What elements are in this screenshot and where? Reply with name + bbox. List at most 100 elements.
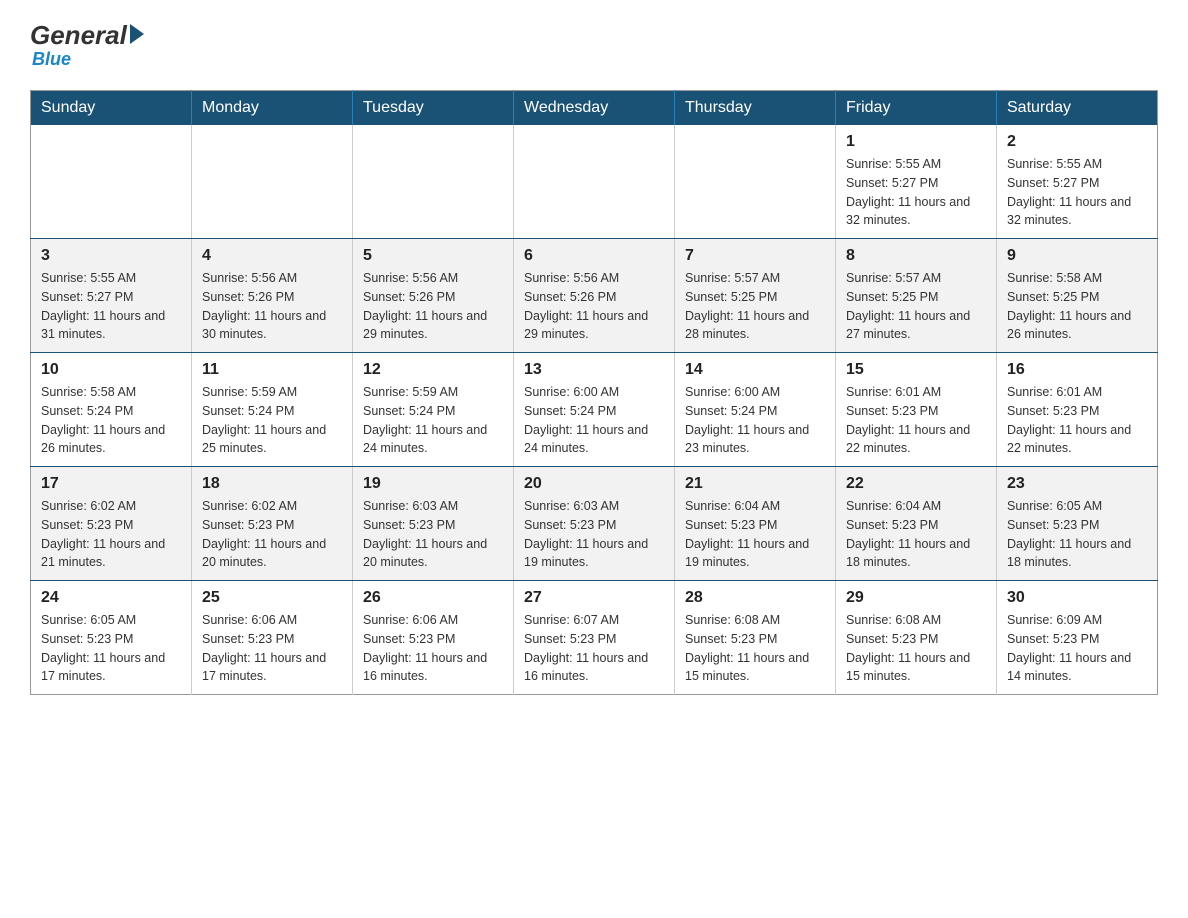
day-info: Sunrise: 5:56 AMSunset: 5:26 PMDaylight:… <box>524 269 664 344</box>
calendar-day-cell: 16 Sunrise: 6:01 AMSunset: 5:23 PMDayligh… <box>997 353 1158 467</box>
day-number: 8 <box>846 247 986 265</box>
logo-general-text: General <box>30 20 127 51</box>
calendar-day-cell: 2 Sunrise: 5:55 AMSunset: 5:27 PMDaylight… <box>997 125 1158 239</box>
calendar-day-cell: 12 Sunrise: 5:59 AMSunset: 5:24 PMDayligh… <box>353 353 514 467</box>
day-info: Sunrise: 6:04 AMSunset: 5:23 PMDaylight:… <box>846 497 986 572</box>
day-number: 12 <box>363 361 503 379</box>
day-of-week-header: Friday <box>836 91 997 126</box>
day-info: Sunrise: 5:55 AMSunset: 5:27 PMDaylight:… <box>846 155 986 230</box>
day-info: Sunrise: 5:59 AMSunset: 5:24 PMDaylight:… <box>363 383 503 458</box>
calendar-day-cell: 23 Sunrise: 6:05 AMSunset: 5:23 PMDayligh… <box>997 467 1158 581</box>
day-number: 26 <box>363 589 503 607</box>
calendar-day-cell: 8 Sunrise: 5:57 AMSunset: 5:25 PMDaylight… <box>836 239 997 353</box>
calendar-day-cell <box>514 125 675 239</box>
day-info: Sunrise: 6:03 AMSunset: 5:23 PMDaylight:… <box>363 497 503 572</box>
calendar-day-cell: 30Sunrise: 6:09 AMSunset: 5:23 PMDayligh… <box>997 581 1158 695</box>
day-number: 13 <box>524 361 664 379</box>
calendar-week-row: 10 Sunrise: 5:58 AMSunset: 5:24 PMDayligh… <box>31 353 1158 467</box>
calendar-day-cell: 20 Sunrise: 6:03 AMSunset: 5:23 PMDayligh… <box>514 467 675 581</box>
day-number: 16 <box>1007 361 1147 379</box>
calendar-week-row: 1 Sunrise: 5:55 AMSunset: 5:27 PMDaylight… <box>31 125 1158 239</box>
day-of-week-header: Tuesday <box>353 91 514 126</box>
day-of-week-header: Wednesday <box>514 91 675 126</box>
page-header: General Blue <box>30 20 1158 70</box>
day-info: Sunrise: 5:58 AMSunset: 5:25 PMDaylight:… <box>1007 269 1147 344</box>
calendar-day-cell: 24Sunrise: 6:05 AMSunset: 5:23 PMDayligh… <box>31 581 192 695</box>
day-info: Sunrise: 5:56 AMSunset: 5:26 PMDaylight:… <box>202 269 342 344</box>
calendar-day-cell: 4 Sunrise: 5:56 AMSunset: 5:26 PMDaylight… <box>192 239 353 353</box>
calendar-day-cell: 10 Sunrise: 5:58 AMSunset: 5:24 PMDayligh… <box>31 353 192 467</box>
day-of-week-header: Sunday <box>31 91 192 126</box>
calendar-day-cell: 9 Sunrise: 5:58 AMSunset: 5:25 PMDaylight… <box>997 239 1158 353</box>
calendar-week-row: 3 Sunrise: 5:55 AMSunset: 5:27 PMDaylight… <box>31 239 1158 353</box>
calendar-day-cell: 26 Sunrise: 6:06 AMSunset: 5:23 PMDayligh… <box>353 581 514 695</box>
day-number: 2 <box>1007 133 1147 151</box>
day-info: Sunrise: 6:01 AMSunset: 5:23 PMDaylight:… <box>846 383 986 458</box>
day-info: Sunrise: 6:05 AMSunset: 5:23 PMDaylight:… <box>41 611 181 686</box>
day-info: Sunrise: 5:55 AMSunset: 5:27 PMDaylight:… <box>1007 155 1147 230</box>
day-number: 17 <box>41 475 181 493</box>
logo: General Blue <box>30 20 144 70</box>
logo-triangle-icon <box>130 24 144 44</box>
day-info: Sunrise: 6:08 AMSunset: 5:23 PMDaylight:… <box>846 611 986 686</box>
day-number: 22 <box>846 475 986 493</box>
calendar-day-cell: 5 Sunrise: 5:56 AMSunset: 5:26 PMDaylight… <box>353 239 514 353</box>
day-number: 29 <box>846 589 986 607</box>
day-info: Sunrise: 6:06 AMSunset: 5:23 PMDaylight:… <box>363 611 503 686</box>
calendar-week-row: 17 Sunrise: 6:02 AMSunset: 5:23 PMDayligh… <box>31 467 1158 581</box>
calendar-day-cell: 6 Sunrise: 5:56 AMSunset: 5:26 PMDaylight… <box>514 239 675 353</box>
day-number: 20 <box>524 475 664 493</box>
calendar-day-cell: 11 Sunrise: 5:59 AMSunset: 5:24 PMDayligh… <box>192 353 353 467</box>
calendar-day-cell: 1 Sunrise: 5:55 AMSunset: 5:27 PMDaylight… <box>836 125 997 239</box>
day-number: 6 <box>524 247 664 265</box>
calendar-day-cell: 21Sunrise: 6:04 AMSunset: 5:23 PMDayligh… <box>675 467 836 581</box>
day-info: Sunrise: 5:55 AMSunset: 5:27 PMDaylight:… <box>41 269 181 344</box>
day-of-week-header: Saturday <box>997 91 1158 126</box>
calendar-day-cell: 17 Sunrise: 6:02 AMSunset: 5:23 PMDayligh… <box>31 467 192 581</box>
day-info: Sunrise: 6:02 AMSunset: 5:23 PMDaylight:… <box>41 497 181 572</box>
day-number: 28 <box>685 589 825 607</box>
day-number: 7 <box>685 247 825 265</box>
day-number: 9 <box>1007 247 1147 265</box>
calendar-day-cell: 3 Sunrise: 5:55 AMSunset: 5:27 PMDaylight… <box>31 239 192 353</box>
calendar-day-cell: 28 Sunrise: 6:08 AMSunset: 5:23 PMDayligh… <box>675 581 836 695</box>
day-of-week-header: Monday <box>192 91 353 126</box>
day-number: 5 <box>363 247 503 265</box>
day-info: Sunrise: 6:02 AMSunset: 5:23 PMDaylight:… <box>202 497 342 572</box>
calendar-day-cell: 18 Sunrise: 6:02 AMSunset: 5:23 PMDayligh… <box>192 467 353 581</box>
day-number: 25 <box>202 589 342 607</box>
day-number: 4 <box>202 247 342 265</box>
calendar-day-cell: 7 Sunrise: 5:57 AMSunset: 5:25 PMDaylight… <box>675 239 836 353</box>
calendar-day-cell: 27Sunrise: 6:07 AMSunset: 5:23 PMDayligh… <box>514 581 675 695</box>
day-info: Sunrise: 5:57 AMSunset: 5:25 PMDaylight:… <box>685 269 825 344</box>
day-info: Sunrise: 6:03 AMSunset: 5:23 PMDaylight:… <box>524 497 664 572</box>
day-info: Sunrise: 6:00 AMSunset: 5:24 PMDaylight:… <box>685 383 825 458</box>
day-number: 10 <box>41 361 181 379</box>
calendar-day-cell <box>31 125 192 239</box>
day-info: Sunrise: 6:01 AMSunset: 5:23 PMDaylight:… <box>1007 383 1147 458</box>
day-info: Sunrise: 6:05 AMSunset: 5:23 PMDaylight:… <box>1007 497 1147 572</box>
calendar-day-cell <box>192 125 353 239</box>
day-info: Sunrise: 6:00 AMSunset: 5:24 PMDaylight:… <box>524 383 664 458</box>
calendar-day-cell: 19Sunrise: 6:03 AMSunset: 5:23 PMDayligh… <box>353 467 514 581</box>
day-number: 30 <box>1007 589 1147 607</box>
calendar-day-cell: 25 Sunrise: 6:06 AMSunset: 5:23 PMDayligh… <box>192 581 353 695</box>
day-number: 3 <box>41 247 181 265</box>
day-info: Sunrise: 5:58 AMSunset: 5:24 PMDaylight:… <box>41 383 181 458</box>
day-number: 27 <box>524 589 664 607</box>
calendar-day-cell <box>675 125 836 239</box>
day-info: Sunrise: 6:08 AMSunset: 5:23 PMDaylight:… <box>685 611 825 686</box>
day-number: 18 <box>202 475 342 493</box>
day-info: Sunrise: 5:59 AMSunset: 5:24 PMDaylight:… <box>202 383 342 458</box>
calendar-day-cell <box>353 125 514 239</box>
day-number: 21 <box>685 475 825 493</box>
day-info: Sunrise: 6:06 AMSunset: 5:23 PMDaylight:… <box>202 611 342 686</box>
day-number: 11 <box>202 361 342 379</box>
day-info: Sunrise: 5:56 AMSunset: 5:26 PMDaylight:… <box>363 269 503 344</box>
calendar-day-cell: 14Sunrise: 6:00 AMSunset: 5:24 PMDayligh… <box>675 353 836 467</box>
day-number: 23 <box>1007 475 1147 493</box>
day-of-week-header: Thursday <box>675 91 836 126</box>
calendar-week-row: 24Sunrise: 6:05 AMSunset: 5:23 PMDayligh… <box>31 581 1158 695</box>
day-info: Sunrise: 5:57 AMSunset: 5:25 PMDaylight:… <box>846 269 986 344</box>
day-number: 1 <box>846 133 986 151</box>
